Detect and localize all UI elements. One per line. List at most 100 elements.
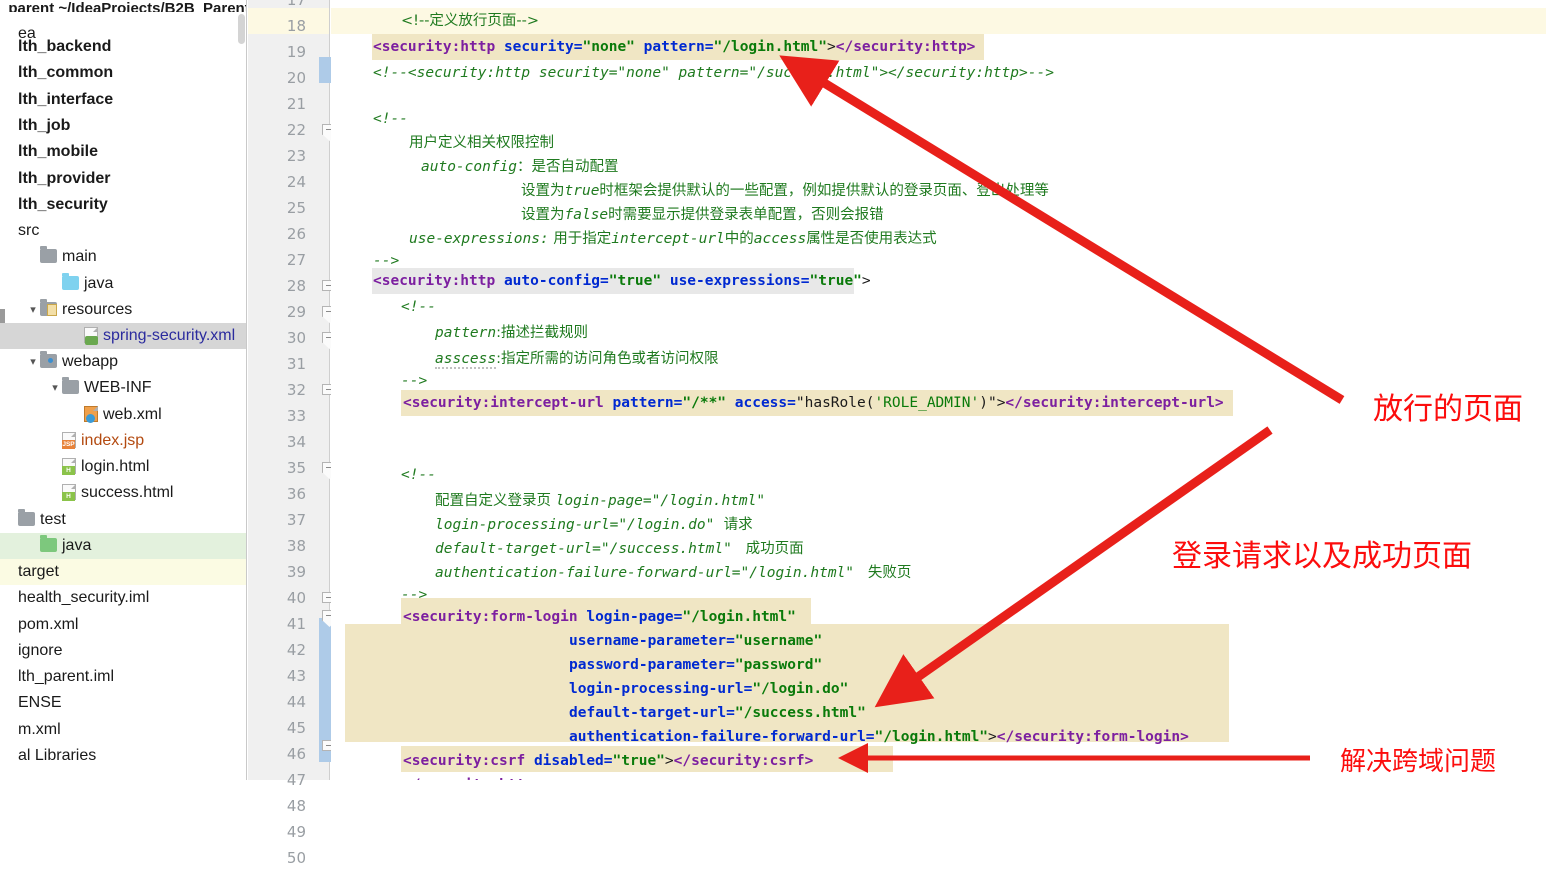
code-line-34[interactable]: <security:intercept-url pattern="/**" ac… (331, 390, 1546, 416)
code-line-44[interactable]: username-parameter="username" (331, 628, 1546, 654)
tree-item[interactable]: ▾ webapp (0, 349, 246, 375)
tree-item[interactable]: ▾ main (0, 244, 246, 270)
tree-item-label: webapp (62, 353, 119, 370)
code-line-30[interactable]: <!-- (331, 294, 1546, 320)
comment-code: use-expressions: (409, 231, 549, 247)
code-line-37[interactable]: <!-- (331, 462, 1546, 488)
tree-item[interactable]: ▾Hlogin.html (0, 454, 246, 480)
code-line-20[interactable]: <!--<security:http security="none" patte… (331, 60, 1546, 86)
tree-item[interactable]: ▾lth_interface (0, 87, 246, 113)
folder-icon (62, 273, 79, 291)
code-line-19[interactable]: <security:http security="none" pattern="… (331, 34, 1546, 60)
xml-attr: password-parameter= (569, 657, 735, 673)
comment-text: ：是否自动配置 (517, 159, 619, 175)
tree-item-label: health_security.iml (18, 589, 150, 606)
gutter-line-number: 32 (286, 381, 306, 399)
tree-item[interactable]: ▾Hsuccess.html (0, 480, 246, 506)
gutter-line-number: 46 (286, 745, 306, 763)
tree-item[interactable]: ▾ENSE (0, 690, 246, 716)
comment-text: 属性是否使用表达式 (806, 231, 937, 247)
code-line-18[interactable]: <!--定义放行页面--> (331, 8, 1546, 34)
chevron-down-icon[interactable]: ▾ (26, 297, 40, 323)
tree-item[interactable]: ▾lth_security (0, 192, 246, 218)
comment-text: 设置为 (521, 207, 565, 223)
code-line-38[interactable]: 配置自定义登录页 login-page="/login.html" (331, 488, 1546, 514)
html-file-icon: H (62, 484, 76, 502)
chevron-placeholder: ▾ (48, 454, 62, 480)
tree-item[interactable]: ▾pom.xml (0, 612, 246, 638)
tree-item[interactable]: ▾ spring-security.xml (0, 323, 246, 350)
tree-item-label: index.jsp (81, 432, 145, 449)
gutter-line-number: 48 (286, 797, 306, 815)
code-line-25[interactable]: 设置为true时框架会提供默认的一些配置，例如提供默认的登录页面、登出处理等 (331, 178, 1546, 204)
tree-item[interactable]: ▾JSP index.jsp (0, 428, 246, 454)
tree-item[interactable]: ▾lth_backend (0, 34, 246, 60)
xml-attr: authentication-failure-forward-url= (569, 729, 875, 745)
tree-item-label: lth_backend (18, 38, 112, 55)
tree-item[interactable]: ▾ java (0, 271, 246, 297)
gutter-line-number: 42 (286, 641, 306, 659)
code-line-43[interactable]: <security:form-login login-page="/login.… (331, 604, 1546, 630)
comment-text: 失败页 (854, 565, 912, 581)
comment-text: 成功页面 (731, 541, 804, 557)
xml-value: "username" (734, 633, 823, 649)
xml-value: "true" (809, 273, 862, 289)
comment-text: 中的 (724, 231, 754, 247)
xml-value: "hasRole( (795, 395, 875, 411)
code-line-46[interactable]: login-processing-url="/login.do" (331, 676, 1546, 702)
gutter-line-number: 20 (286, 69, 306, 87)
tree-item[interactable]: ▾lth_common (0, 60, 246, 86)
code-line-26[interactable]: 设置为false时需要显示提供登录表单配置，否则会报错 (331, 202, 1546, 228)
tree-item[interactable]: ▾al Libraries (0, 743, 246, 769)
code-line-22[interactable]: <!-- (331, 106, 1546, 132)
chevron-placeholder: ▾ (4, 139, 18, 165)
gutter-line-number: 43 (286, 667, 306, 685)
tree-item-label: ignore (18, 642, 63, 659)
editor-gutter[interactable]: 17 18 19 20 21 22 23 24 25 26 27 28 29 30 31 32 33 34 35 36… (248, 0, 337, 867)
comment-code: false (564, 207, 609, 223)
xml-punct: > (988, 729, 997, 745)
tree-item[interactable]: ▾ resources (0, 297, 246, 323)
comment-code: access (753, 231, 807, 247)
tree-item-label: lth_common (18, 64, 114, 81)
tree-item[interactable]: ▾lth_job (0, 113, 246, 139)
xml-close-tag: </security:intercept-url> (1005, 395, 1224, 411)
tree-item[interactable]: ▾lth_provider (0, 166, 246, 192)
tree-item[interactable]: ▾health_security.iml (0, 585, 246, 611)
tree-item[interactable]: ▾target (0, 559, 246, 586)
xml-punct: > (861, 273, 871, 289)
comment-code: authentication-failure-forward-url="/log… (435, 565, 855, 581)
tree-item[interactable]: ▾ test (0, 507, 246, 533)
tree-item[interactable]: ▾ java (0, 533, 246, 560)
gutter-line-number: 27 (286, 251, 306, 269)
code-editor[interactable]: <!--定义放行页面--> <security:http security="n… (331, 0, 1546, 780)
tree-item[interactable]: ▾ WEB-INF (0, 375, 246, 401)
tree-item[interactable]: ▾ web.xml (0, 402, 246, 428)
project-tree-sidebar[interactable]: _parent ~/IdeaProjects/B2B_Parent( ▾ea▾l… (0, 0, 247, 780)
chevron-down-icon[interactable]: ▾ (26, 349, 40, 375)
code-line-23[interactable]: 用户定义相关权限控制 (331, 130, 1546, 156)
code-line-45[interactable]: password-parameter="password" (331, 652, 1546, 678)
code-line-24[interactable]: auto-config：是否自动配置 (331, 154, 1546, 180)
chevron-down-icon[interactable]: ▾ (48, 375, 62, 401)
gutter-line-number: 19 (286, 43, 306, 61)
tree-item[interactable]: ▾ignore (0, 638, 246, 664)
code-line-47[interactable]: default-target-url="/success.html" (331, 700, 1546, 726)
gutter-line-number: 35 (286, 459, 306, 477)
tree-item-label: java (84, 275, 114, 292)
xml-value: "/login.do" (752, 681, 849, 697)
comment-close: --> (401, 587, 428, 603)
xml-attr: pattern= (643, 39, 714, 55)
tree-item[interactable]: ▾lth_mobile (0, 139, 246, 165)
comment-code: true (564, 183, 600, 199)
code-line-29[interactable]: <security:http auto-config="true" use-ex… (331, 268, 1546, 294)
project-root-label: _parent ~/IdeaProjects/B2B_Parent( (0, 0, 247, 12)
xml-attr: disabled= (533, 753, 613, 769)
xml-close-tag: </security:csrf> (673, 753, 814, 769)
code-line-31[interactable]: pattern:描述拦截规则 (331, 320, 1546, 346)
tree-item[interactable]: ▾m.xml (0, 717, 246, 743)
tree-item[interactable]: ▾src (0, 218, 246, 244)
tree-item[interactable]: ▾lth_parent.iml (0, 664, 246, 690)
gutter-line-number: 25 (286, 199, 306, 217)
xml-attr: pattern= (612, 395, 683, 411)
